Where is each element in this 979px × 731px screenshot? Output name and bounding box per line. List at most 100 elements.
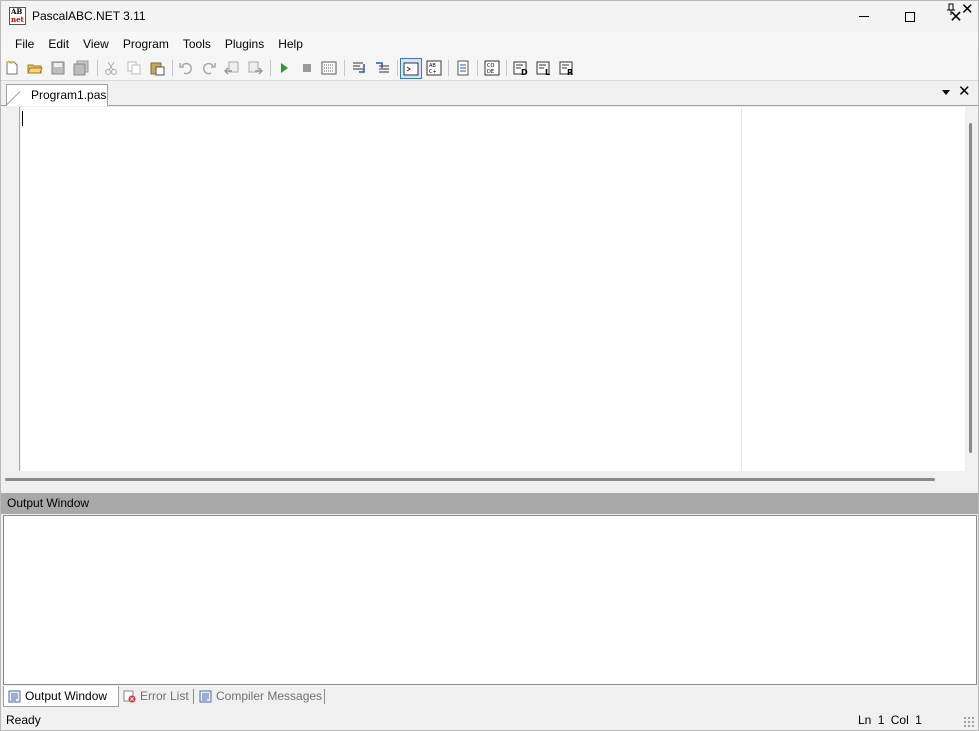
tab-error-list[interactable]: Error List xyxy=(119,686,191,706)
horizontal-scrollbar[interactable] xyxy=(1,471,965,487)
compile-icon xyxy=(321,61,337,75)
minimize-icon xyxy=(859,16,869,17)
toolbar-separator xyxy=(172,60,173,76)
step-over-button[interactable] xyxy=(373,59,391,77)
format-code-icon: ABC+ xyxy=(426,60,442,76)
open-button[interactable] xyxy=(26,59,44,77)
toolbar-separator xyxy=(477,60,478,76)
output-window-body[interactable] xyxy=(3,515,977,685)
menu-help[interactable]: Help xyxy=(271,34,310,54)
menu-tools[interactable]: Tools xyxy=(176,34,218,54)
console-button[interactable] xyxy=(400,58,422,79)
window-title: PascalABC.NET 3.11 xyxy=(32,9,146,23)
menu-edit[interactable]: Edit xyxy=(41,34,76,54)
step-into-button[interactable] xyxy=(350,59,368,77)
open-folder-icon xyxy=(27,64,43,74)
redo-button[interactable] xyxy=(200,59,218,77)
code-text-area[interactable] xyxy=(21,107,965,471)
error-list-icon xyxy=(123,690,136,703)
code-template-icon: CODE xyxy=(484,60,500,76)
tab-error-list-label: Error List xyxy=(140,689,189,703)
status-text: Ready xyxy=(6,713,41,727)
redo-icon xyxy=(202,62,216,75)
svg-text:DE: DE xyxy=(487,69,494,75)
save-all-icon xyxy=(73,60,89,76)
editor-gutter xyxy=(1,107,20,471)
tab-compiler-messages-label: Compiler Messages xyxy=(216,689,323,703)
save-all-button[interactable] xyxy=(72,59,90,77)
stop-icon xyxy=(303,64,311,72)
toolbar-separator xyxy=(270,60,271,76)
toolbar-separator xyxy=(506,60,507,76)
debug-l-button[interactable]: L xyxy=(535,59,553,77)
debug-r-button[interactable]: R xyxy=(558,59,576,77)
goto-button[interactable] xyxy=(454,59,472,77)
app-icon-text-bottom: net xyxy=(11,15,24,24)
resize-grip-icon[interactable] xyxy=(963,716,975,728)
menu-program[interactable]: Program xyxy=(116,34,176,54)
app-window: AB net PascalABC.NET 3.11 ✕ File Edit Vi… xyxy=(0,0,979,731)
col-label: Col xyxy=(890,713,909,727)
debug-r-icon: R xyxy=(559,61,573,76)
goto-icon xyxy=(457,60,469,76)
tab-output-window[interactable]: Output Window xyxy=(3,686,119,707)
text-caret xyxy=(22,111,23,126)
step-over-icon xyxy=(376,62,389,73)
document-tab-strip: Program1.pas ✕ xyxy=(1,81,978,106)
toolbar: AB C+ CO DE D L R xyxy=(1,55,978,81)
vertical-scroll-thumb[interactable] xyxy=(969,123,972,453)
maximize-button[interactable] xyxy=(887,1,933,32)
compile-button[interactable] xyxy=(320,59,338,77)
cut-icon xyxy=(105,61,117,75)
toolbar-separator xyxy=(97,60,98,76)
compiler-messages-icon xyxy=(199,690,212,703)
new-file-icon xyxy=(6,60,18,75)
debug-l-icon: L xyxy=(536,61,550,76)
code-template-button[interactable]: CO DE xyxy=(483,59,501,77)
code-editor xyxy=(1,107,978,487)
run-button[interactable] xyxy=(275,59,293,77)
save-button[interactable] xyxy=(49,59,67,77)
toolbar-separator xyxy=(344,60,345,76)
svg-text:D: D xyxy=(521,68,528,76)
menu-view[interactable]: View xyxy=(76,34,116,54)
ln-label: Ln xyxy=(858,713,872,727)
tab-list-dropdown-icon[interactable] xyxy=(942,90,950,95)
tab-label: Program1.pas xyxy=(31,88,107,102)
vertical-scrollbar[interactable] xyxy=(965,107,978,471)
toolbar-separator xyxy=(448,60,449,76)
minimize-button[interactable] xyxy=(841,1,887,32)
new-file-button[interactable] xyxy=(3,59,21,77)
paste-icon xyxy=(150,62,165,76)
cut-button[interactable] xyxy=(102,59,120,77)
debug-d-button[interactable]: D xyxy=(512,59,530,77)
menu-plugins[interactable]: Plugins xyxy=(218,34,271,54)
toolbar-separator xyxy=(397,60,398,76)
paste-button[interactable] xyxy=(148,59,166,77)
pin-icon[interactable] xyxy=(946,3,956,18)
step-into-icon xyxy=(353,62,365,73)
close-tab-icon[interactable]: ✕ xyxy=(958,84,971,99)
output-window-header: Output Window xyxy=(1,493,978,514)
console-icon xyxy=(403,62,419,75)
undo-button[interactable] xyxy=(177,59,195,77)
horizontal-scroll-thumb[interactable] xyxy=(5,478,935,481)
navigate-forward-button[interactable] xyxy=(246,59,264,77)
stop-button[interactable] xyxy=(298,59,316,77)
right-margin-guide xyxy=(741,107,742,471)
output-window-icon xyxy=(8,690,21,703)
close-output-icon[interactable]: ✕ xyxy=(961,1,974,18)
save-icon xyxy=(51,61,65,75)
tab-program1[interactable]: Program1.pas xyxy=(6,84,108,106)
run-icon xyxy=(281,63,288,73)
menu-file[interactable]: File xyxy=(8,34,41,54)
tab-separator xyxy=(193,689,194,704)
copy-button[interactable] xyxy=(125,59,143,77)
navigate-back-button[interactable] xyxy=(223,59,241,77)
format-code-button[interactable]: AB C+ xyxy=(425,59,443,77)
tab-compiler-messages[interactable]: Compiler Messages xyxy=(195,686,323,706)
title-bar: AB net PascalABC.NET 3.11 ✕ xyxy=(1,1,978,32)
navigate-forward-icon xyxy=(248,61,263,75)
svg-text:R: R xyxy=(567,68,573,76)
bottom-tab-strip: Output Window Error List Compiler Messag… xyxy=(1,686,978,707)
